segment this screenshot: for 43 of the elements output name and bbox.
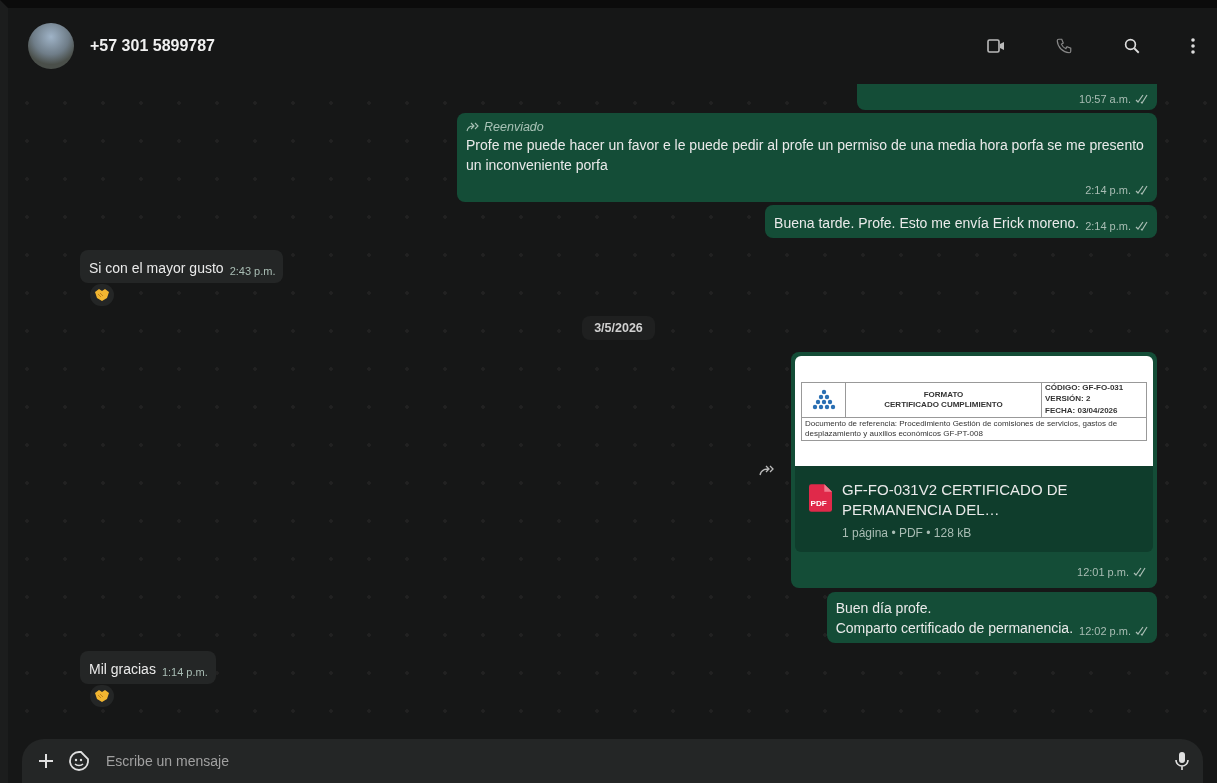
message-time: 1:14 p.m. <box>161 665 208 679</box>
microphone-icon <box>1175 751 1189 771</box>
document-message[interactable] <box>791 352 1157 588</box>
message-time: 2:43 p.m. <box>229 264 276 278</box>
contact-avatar[interactable] <box>28 23 74 69</box>
attach-button[interactable] <box>38 753 54 769</box>
date-divider: 3/5/2026 <box>582 316 655 340</box>
message-composer[interactable]: Escribe un mensaje <box>22 739 1203 783</box>
message-text: Buen día profe. Comparto certificado de permanencia. <box>835 599 1073 638</box>
document-date: FECHA: 03/04/2026 <box>1045 405 1119 416</box>
pyramid-logo-icon <box>811 388 836 411</box>
message-text: Profe me puede hacer un favor e le puede pedir al profe un permiso de una media hora porfa se me presento un inconveniente porfa <box>466 136 1145 175</box>
document-subtitle: CERTIFICADO CUMPLIMIENTO <box>884 399 1003 410</box>
sticker-button[interactable] <box>68 750 90 772</box>
document-code: CÓDIGO: GF-FO-031 <box>1045 383 1125 394</box>
document-reference: Documento de referencia: Procedimiento Gestión de comisiones de servicios, gastos de desplazamiento y auxilios económicos GF-PT-008 <box>802 416 1146 440</box>
message-input[interactable]: Escribe un mensaje <box>104 752 1161 770</box>
file-name: GF-FO-031V2 CERTIFICADO DE PERMANENCIA DEL… <box>842 480 1069 520</box>
contact-name[interactable]: +57 301 5899787 <box>90 37 943 55</box>
phone-icon <box>1055 37 1073 55</box>
file-details: 1 página • PDF • 128 kB <box>842 526 973 540</box>
message-text: Si con el mayor gusto <box>89 259 224 278</box>
reaction-badge[interactable] <box>90 284 114 306</box>
forwarded-icon <box>466 122 480 132</box>
microphone-button[interactable] <box>1175 751 1189 771</box>
message-time: 10:57 a.m. <box>1079 92 1131 106</box>
document-title: FORMATO <box>923 389 964 400</box>
search-icon <box>1123 37 1141 55</box>
more-vertical-icon <box>1191 38 1195 54</box>
handshake-emoji-icon <box>94 288 110 302</box>
forwarded-label: Reenviado <box>484 119 544 135</box>
message-text: Mil gracias <box>89 660 156 679</box>
message-time: 12:01 p.m. <box>1077 566 1129 578</box>
message-time: 12:02 p.m. <box>1079 624 1131 638</box>
message-text: Buena tarde. Profe. Esto me envía Erick moreno. <box>774 214 1080 233</box>
plus-icon <box>38 753 54 769</box>
message-time: 2:14 p.m. <box>1085 219 1131 233</box>
handshake-emoji-icon <box>94 689 110 703</box>
sticker-icon <box>68 750 90 772</box>
message-time: 2:14 p.m. <box>1085 183 1131 197</box>
document-version: VERSIÓN: 2 <box>1045 394 1092 405</box>
video-camera-icon <box>987 39 1005 53</box>
reaction-badge[interactable] <box>90 685 114 707</box>
